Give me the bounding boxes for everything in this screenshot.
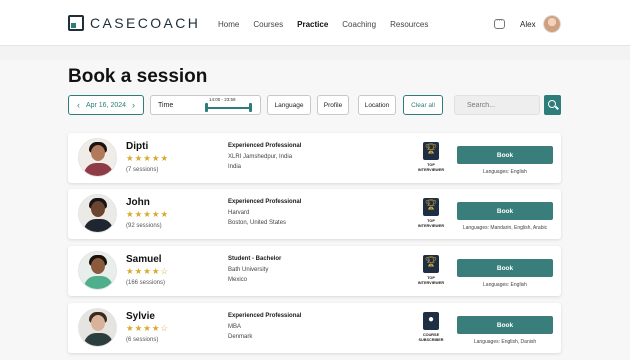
user-name[interactable]: Alex: [520, 20, 536, 29]
time-filter-label: Time: [158, 101, 174, 109]
book-button[interactable]: Book: [457, 146, 553, 164]
book-button[interactable]: Book: [457, 202, 553, 220]
nav-item-resources[interactable]: Resources: [390, 20, 428, 29]
time-slider-track[interactable]: [206, 107, 251, 109]
book-button[interactable]: Book: [457, 259, 553, 277]
coach-name[interactable]: Sylvie: [126, 311, 155, 322]
chevron-left-icon[interactable]: ‹: [77, 100, 80, 110]
location-filter-button[interactable]: Location: [358, 95, 396, 115]
time-slider-end-handle[interactable]: [249, 103, 252, 112]
trophy-icon: 🏆︎: [424, 257, 438, 268]
search-button[interactable]: [544, 95, 561, 115]
coach-organization: Harvard: [228, 210, 250, 216]
chevron-right-icon[interactable]: ›: [132, 100, 135, 110]
date-picker[interactable]: ‹ Apr 16, 2024 ›: [68, 95, 144, 115]
badge-label: COURSE SUBSCRIBER: [418, 333, 444, 342]
star-rating: ★★★★★: [126, 209, 170, 219]
language-filter-button[interactable]: Language: [267, 95, 311, 115]
coach-languages: Languages: English: [483, 282, 527, 288]
clear-all-button[interactable]: Clear all: [403, 95, 443, 115]
course-subscriber-badge: ●: [423, 312, 439, 330]
coach-organization: XLRI Jamshedpur, India: [228, 154, 293, 160]
person-icon: ●: [427, 314, 435, 325]
time-slider-start-handle[interactable]: [205, 103, 208, 112]
selected-date: Apr 16, 2024: [85, 101, 127, 109]
coach-avatar: [78, 308, 117, 347]
badge-label: TOP INTERVIEWER: [417, 276, 445, 285]
coach-organization: MBA: [228, 324, 242, 330]
coach-name[interactable]: John: [126, 197, 150, 208]
coach-avatar: [78, 138, 117, 177]
brand-logo[interactable]: CASECOACH: [68, 15, 200, 31]
coach-avatar: [78, 251, 117, 290]
coach-name[interactable]: Dipti: [126, 141, 148, 152]
coach-role: Experienced Professional: [228, 143, 302, 149]
nav-item-practice[interactable]: Practice: [297, 20, 328, 29]
coach-languages: Languages: Mandarin, English, Arabic: [462, 225, 548, 231]
coach-languages: Languages: English, Danish: [473, 339, 537, 345]
top-navigation-bar: CASECOACH Home Courses Practice Coaching…: [0, 0, 630, 46]
coach-role: Student - Bachelor: [228, 256, 282, 262]
time-filter[interactable]: Time 14:00 - 23:59: [150, 95, 261, 115]
coach-avatar: [78, 194, 117, 233]
search-input[interactable]: [454, 95, 540, 115]
star-rating: ★★★★★: [126, 153, 170, 163]
trophy-icon: 🏆︎: [424, 200, 438, 211]
coach-location: Boston, United States: [228, 220, 287, 226]
chat-bubble-icon[interactable]: [494, 16, 505, 29]
top-interviewer-badge: 🏆︎: [423, 142, 439, 160]
nav-item-coaching[interactable]: Coaching: [342, 20, 376, 29]
top-interviewer-badge: 🏆︎: [423, 198, 439, 216]
session-count: (7 sessions): [126, 167, 159, 173]
coach-location: India: [228, 164, 242, 170]
user-avatar[interactable]: [543, 15, 561, 33]
page-title: Book a session: [68, 66, 208, 87]
brand-name: CASECOACH: [90, 15, 201, 31]
session-count: (166 sessions): [126, 280, 166, 286]
trophy-icon: 🏆︎: [424, 144, 438, 155]
star-rating: ★★★★☆: [126, 323, 170, 333]
coach-card: Samuel ★★★★☆ (166 sessions) Student - Ba…: [68, 246, 561, 296]
profile-filter-button[interactable]: Profile: [317, 95, 349, 115]
coach-card: John ★★★★★ (92 sessions) Experienced Pro…: [68, 189, 561, 239]
coach-role: Experienced Professional: [228, 313, 302, 319]
coach-location: Denmark: [228, 334, 253, 340]
main-nav: Home Courses Practice Coaching Resources: [218, 20, 442, 29]
badge-label: TOP INTERVIEWER: [417, 219, 445, 228]
coach-card: Dipti ★★★★★ (7 sessions) Experienced Pro…: [68, 133, 561, 183]
top-interviewer-badge: 🏆︎: [423, 255, 439, 273]
session-count: (92 sessions): [126, 223, 162, 229]
coach-role: Experienced Professional: [228, 199, 302, 205]
coach-languages: Languages: English: [483, 169, 527, 175]
logo-mark-icon: [68, 15, 84, 31]
coach-location: Mexico: [228, 277, 248, 283]
star-rating: ★★★★☆: [126, 266, 170, 276]
magnifier-icon: [548, 100, 556, 108]
time-range-value: 14:00 - 23:59: [209, 97, 236, 102]
session-count: (6 sessions): [126, 337, 159, 343]
nav-item-courses[interactable]: Courses: [253, 20, 283, 29]
book-button[interactable]: Book: [457, 316, 553, 334]
coach-card: Sylvie ★★★★☆ (6 sessions) Experienced Pr…: [68, 303, 561, 353]
nav-item-home[interactable]: Home: [218, 20, 239, 29]
badge-label: TOP INTERVIEWER: [417, 163, 445, 172]
coach-organization: Bath University: [228, 267, 269, 273]
coach-name[interactable]: Samuel: [126, 254, 162, 265]
